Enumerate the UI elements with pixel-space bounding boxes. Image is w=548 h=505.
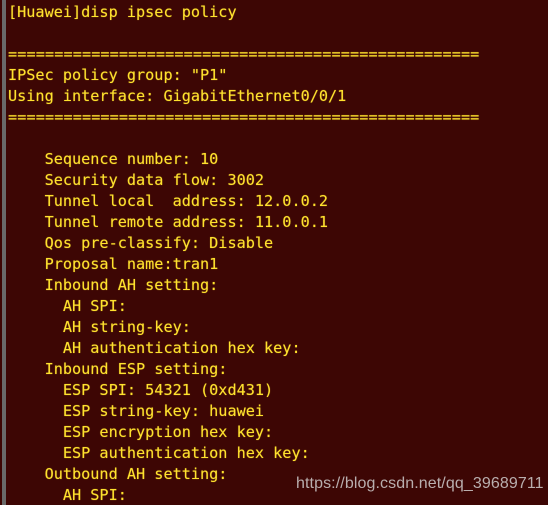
separator-top: ========================================… xyxy=(8,45,480,63)
output-line-qos-pre-classify: Qos pre-classify: Disable xyxy=(8,234,274,252)
output-line-security-data-flow: Security data flow: 3002 xyxy=(8,171,265,189)
output-line-inbound-esp-auth-hex-key: ESP authentication hex key: xyxy=(8,444,310,462)
policy-group-line: IPSec policy group: "P1" xyxy=(8,66,228,84)
watermark-url: https://blog.csdn.net/qq_39689711 xyxy=(296,475,544,492)
separator-bottom: ========================================… xyxy=(8,108,480,126)
output-line-inbound-ah-string-key: AH string-key: xyxy=(8,318,191,336)
terminal-window[interactable]: [Huawei]disp ipsec policy ==============… xyxy=(0,0,548,505)
output-line-sequence-number: Sequence number: 10 xyxy=(8,150,219,168)
output-line-inbound-esp-string-key: ESP string-key: huawei xyxy=(8,402,265,420)
output-line-inbound-ah-spi: AH SPI: xyxy=(8,297,127,315)
scrollbar[interactable] xyxy=(2,0,6,505)
output-line-tunnel-remote-address: Tunnel remote address: 11.0.0.1 xyxy=(8,213,329,231)
using-interface-line: Using interface: GigabitEthernet0/0/1 xyxy=(8,87,347,105)
command-line: [Huawei]disp ipsec policy xyxy=(8,3,237,21)
output-line-tunnel-local-address: Tunnel local address: 12.0.0.2 xyxy=(8,192,329,210)
output-line-inbound-ah-setting: Inbound AH setting: xyxy=(8,276,219,294)
output-line-proposal-name: Proposal name:tran1 xyxy=(8,255,219,273)
console-output: [Huawei]disp ipsec policy ==============… xyxy=(8,0,548,505)
output-line-inbound-esp-spi: ESP SPI: 54321 (0xd431) xyxy=(8,381,274,399)
output-line-inbound-esp-encryption-hex-key: ESP encryption hex key: xyxy=(8,423,274,441)
output-line-inbound-esp-setting: Inbound ESP setting: xyxy=(8,360,228,378)
output-line-inbound-ah-auth-hex-key: AH authentication hex key: xyxy=(8,339,301,357)
